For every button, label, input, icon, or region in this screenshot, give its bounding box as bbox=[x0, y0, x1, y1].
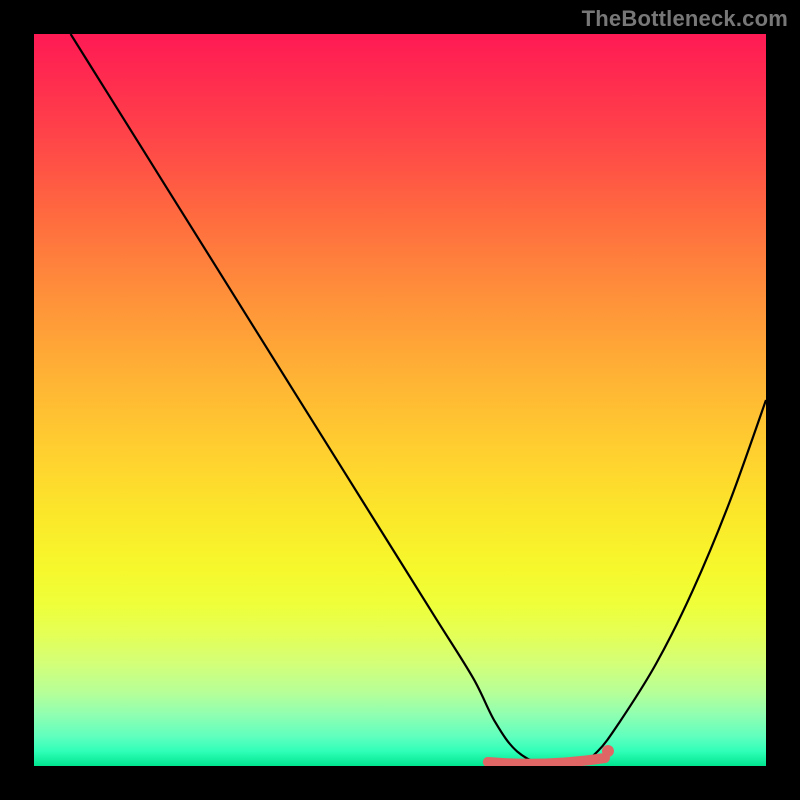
flat-region-marker bbox=[488, 745, 614, 764]
curve-layer bbox=[34, 34, 766, 766]
curve-path bbox=[71, 34, 766, 766]
flat-region-path bbox=[488, 758, 605, 764]
plot-area bbox=[34, 34, 766, 766]
flat-region-end-dot bbox=[602, 745, 614, 757]
watermark-text: TheBottleneck.com bbox=[582, 6, 788, 32]
bottleneck-curve bbox=[71, 34, 766, 766]
chart-frame: TheBottleneck.com bbox=[0, 0, 800, 800]
